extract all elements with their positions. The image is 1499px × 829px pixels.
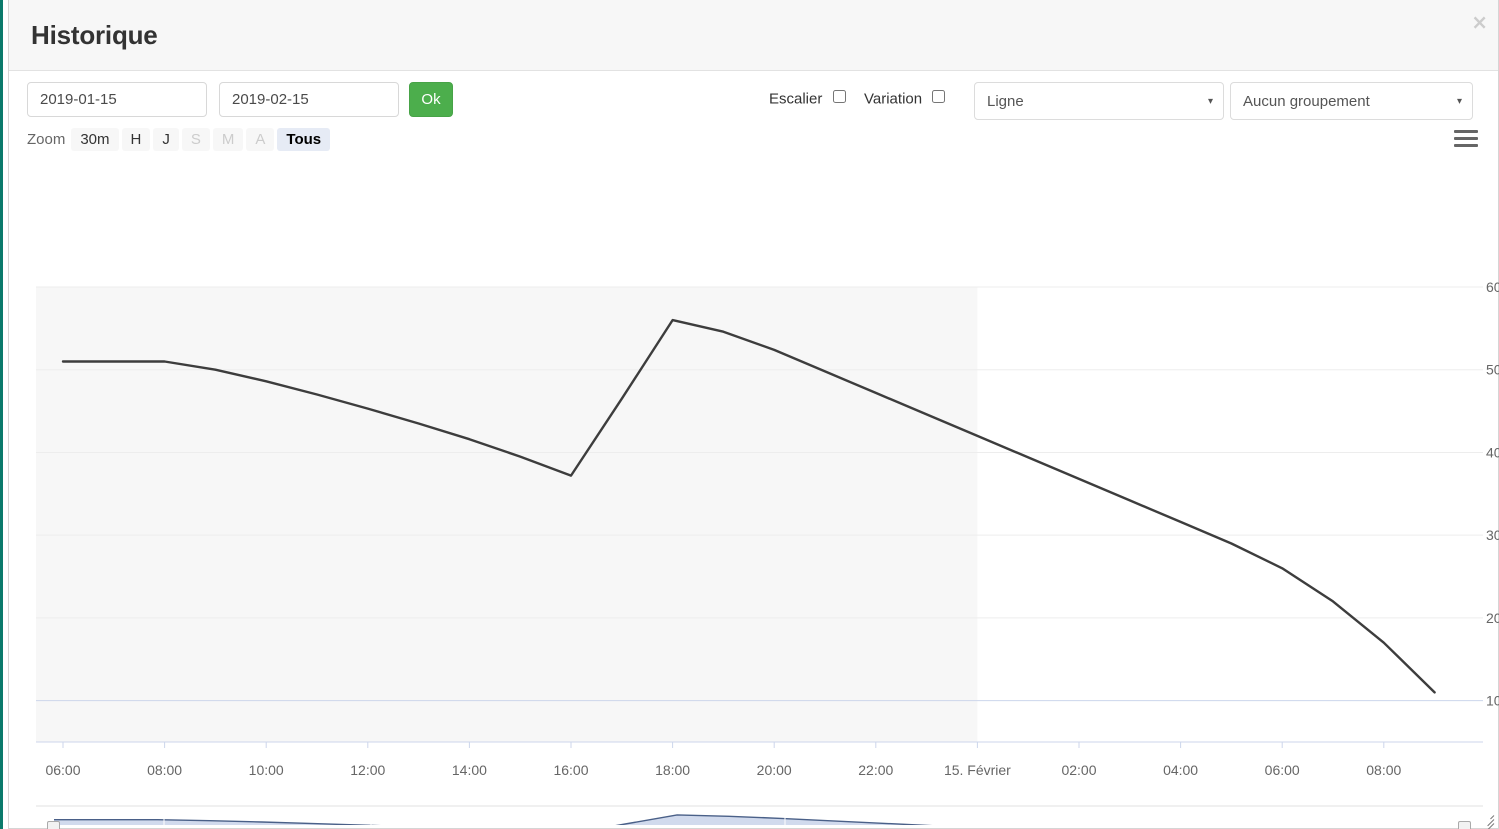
y-axis-tick-label: 60	[1486, 279, 1499, 295]
grouping-select[interactable]: Aucun groupement	[1230, 82, 1473, 120]
x-axis-tick-label: 16:00	[553, 762, 588, 778]
y-axis-labels: 10 20 30 40 50 60	[1486, 279, 1499, 709]
variation-label: Variation	[864, 90, 923, 108]
x-axis-tick-label: 04:00	[1163, 762, 1198, 778]
x-axis-tick-label: 20:00	[757, 762, 792, 778]
date-to-input[interactable]	[219, 82, 399, 117]
x-axis-tick-label: 06:00	[1265, 762, 1300, 778]
escalier-checkbox[interactable]	[832, 90, 846, 104]
chart-svg: 10 20 30 40 50 60 06:00 08:00 10:00 12:00 14:00 16…	[36, 279, 1499, 825]
variation-checkbox-group: Variation	[864, 90, 948, 108]
x-axis-tick-label: 15. Février	[944, 762, 1011, 778]
y-axis-tick-label: 40	[1486, 444, 1499, 460]
y-axis-tick-label: 20	[1486, 610, 1499, 626]
escalier-label: Escalier	[769, 90, 823, 108]
page-title: Historique	[31, 20, 158, 50]
page-background-strip-gap	[3, 0, 6, 829]
x-axis-ticks	[62, 742, 1385, 748]
x-axis-tick-label: 22:00	[858, 762, 893, 778]
history-modal-page: Historique × Ok Escalier Variation Ligne…	[0, 0, 1499, 829]
y-axis-tick-label: 10	[1486, 693, 1499, 709]
variation-checkbox[interactable]	[932, 90, 946, 104]
x-axis-tick-label: 08:00	[147, 762, 182, 778]
x-axis-tick-label: 10:00	[249, 762, 284, 778]
toolbar: Ok Escalier Variation Ligne ▾ Aucun grou…	[9, 71, 1498, 125]
chart-type-select[interactable]: Ligne	[974, 82, 1224, 120]
resize-grip-icon[interactable]	[1480, 811, 1495, 829]
x-axis-tick-label: 12:00	[350, 762, 385, 778]
navigator-handle-left[interactable]	[47, 821, 60, 829]
historique-modal: Historique × Ok Escalier Variation Ligne…	[8, 0, 1499, 829]
plot-band	[36, 287, 978, 742]
y-axis-tick-label: 50	[1486, 362, 1499, 378]
y-axis-tick-label: 30	[1486, 527, 1499, 543]
x-axis-tick-label: 02:00	[1061, 762, 1096, 778]
x-axis-tick-label: 18:00	[655, 762, 690, 778]
chart-container: Zoom 30m H J S M A Tous 10 20 30 40 50 60 06:00 08:00…	[9, 125, 1499, 829]
date-from-input[interactable]	[27, 82, 207, 117]
escalier-checkbox-group: Escalier	[769, 90, 849, 108]
ok-button[interactable]: Ok	[409, 82, 453, 117]
x-axis-labels: 06:00 08:00 10:00 12:00 14:00 16:00 18:00 20:00…	[45, 762, 1401, 778]
x-axis-tick-label: 06:00	[45, 762, 80, 778]
modal-header: Historique ×	[9, 0, 1498, 71]
navigator-handle-right[interactable]	[1458, 821, 1471, 829]
x-axis-tick-label: 08:00	[1366, 762, 1401, 778]
close-icon[interactable]: ×	[1471, 12, 1488, 32]
x-axis-tick-label: 14:00	[452, 762, 487, 778]
